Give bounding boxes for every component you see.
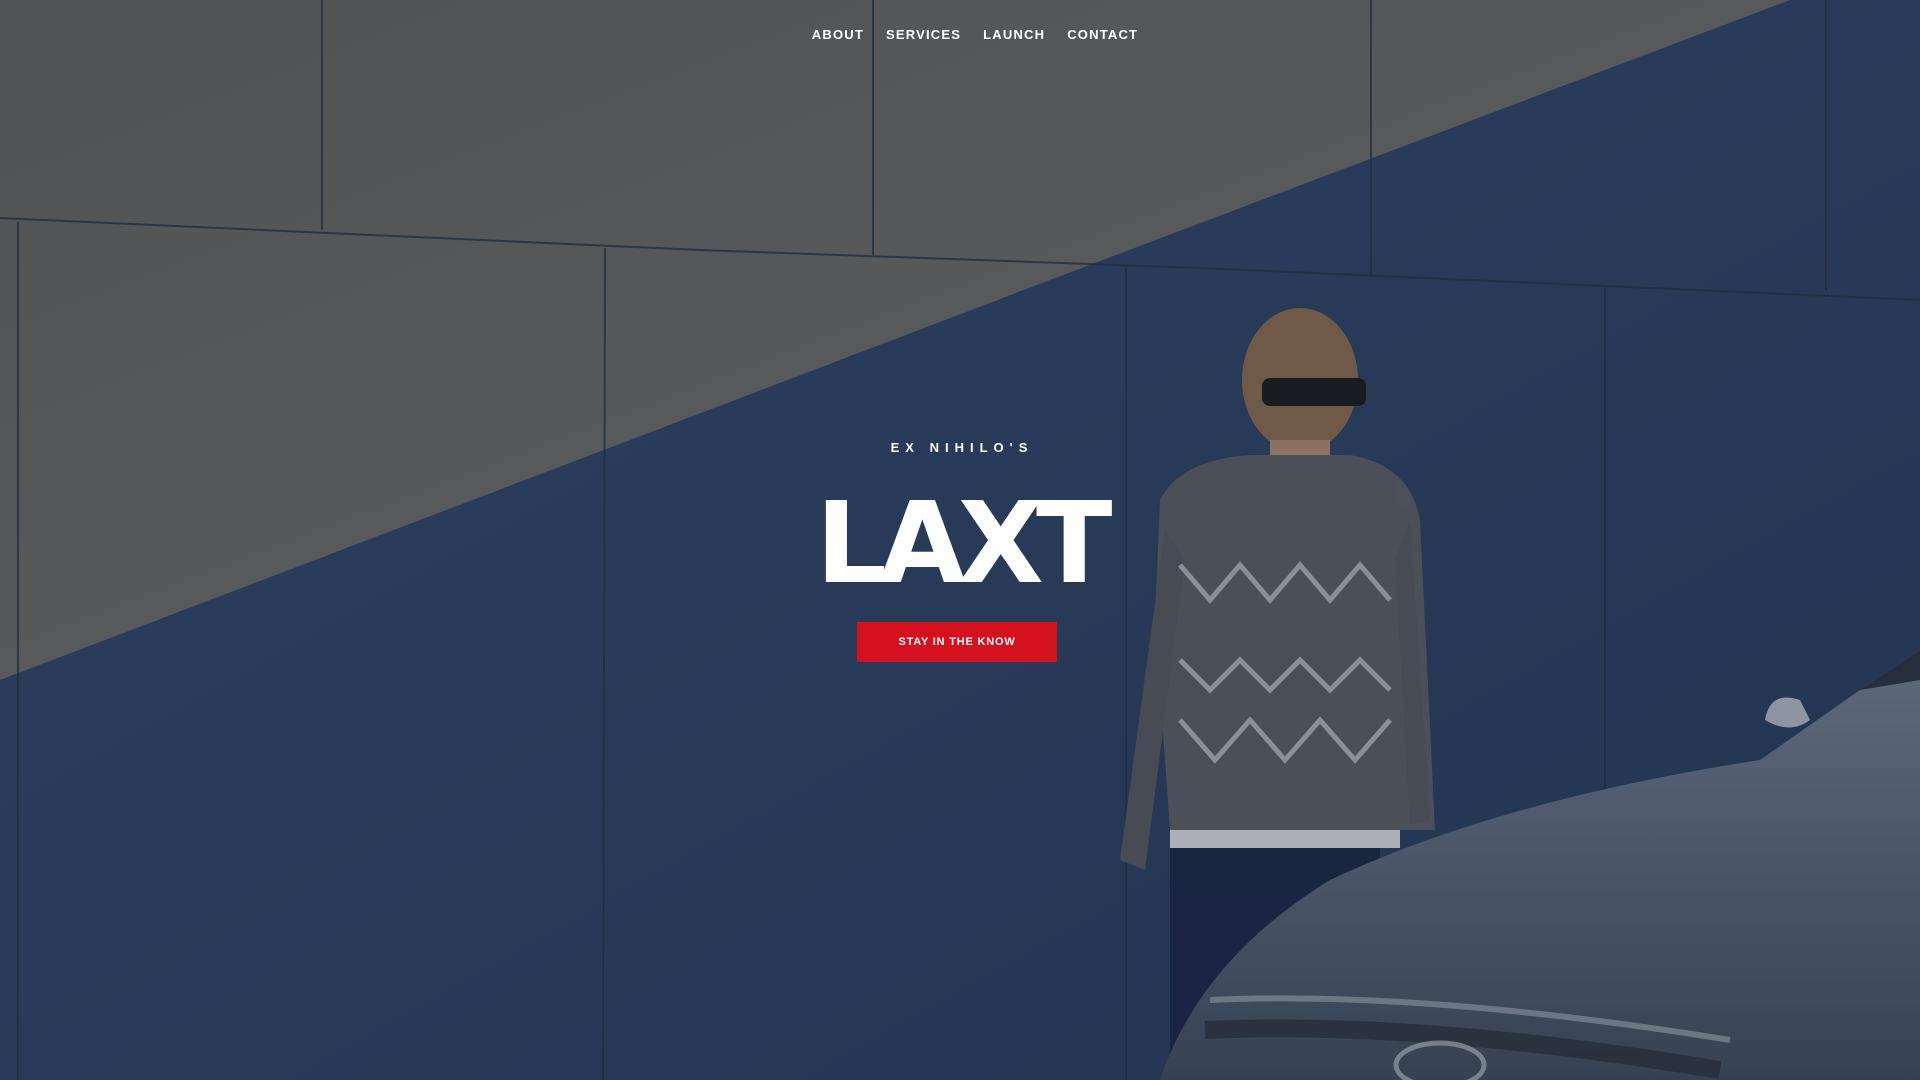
hero-title-logo: LAXT xyxy=(815,479,1113,609)
hero-content: EX NIHILO'S LAXT STAY IN THE KNOW xyxy=(0,440,1920,662)
main-nav: ABOUT SERVICES LAUNCH CONTACT xyxy=(0,0,1920,68)
nav-item-services[interactable]: SERVICES xyxy=(875,27,972,42)
hero-section: ABOUT SERVICES LAUNCH CONTACT EX NIHILO'… xyxy=(0,0,1920,1080)
nav-item-about[interactable]: ABOUT xyxy=(801,27,875,42)
nav-item-launch[interactable]: LAUNCH xyxy=(972,27,1056,42)
stay-in-the-know-button[interactable]: STAY IN THE KNOW xyxy=(857,622,1057,662)
hero-eyebrow: EX NIHILO'S xyxy=(890,440,1034,455)
nav-item-contact[interactable]: CONTACT xyxy=(1056,27,1149,42)
